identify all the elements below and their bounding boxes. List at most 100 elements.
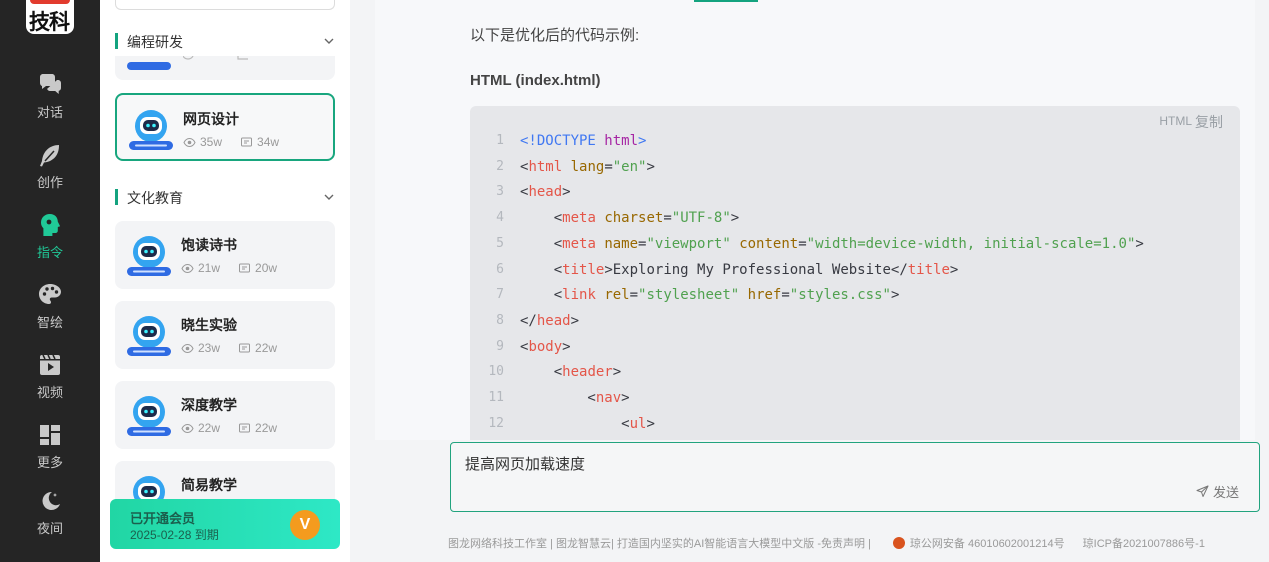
send-icon: [1196, 485, 1209, 497]
assistant-card[interactable]: 饱读诗书 21w 20w: [115, 221, 335, 289]
assistant-name: 饱读诗书: [181, 237, 237, 253]
membership-expiry: 2025-02-28 到期: [130, 528, 219, 542]
code-line: <body>: [520, 338, 571, 355]
rail-label: 更多: [36, 455, 63, 470]
code-block: HTML 复制 1 <!DOCTYPE html> 2 <html lang="en"…: [470, 106, 1240, 440]
assistant-panel: 编程研发 网页设计 35w 34w 文化教育 饱读诗书 21w 20w 晓生实验…: [100, 0, 350, 562]
code-heading: HTML (index.html): [470, 72, 601, 89]
rail-label: 智绘: [36, 315, 63, 330]
code-line: <link rel="stylesheet" href="styles.css"…: [520, 287, 900, 304]
assistant-stats: 23w 22w: [181, 341, 277, 355]
assistant-card-partial[interactable]: [115, 56, 335, 80]
view-count: 22w: [198, 421, 221, 435]
rail-item-draw[interactable]: 智绘: [0, 282, 100, 342]
code-line: <title>Exploring My Professional Website…: [520, 261, 959, 278]
response-intro: 以下是优化后的代码示例:: [470, 27, 640, 44]
message-composer: 发送: [450, 442, 1260, 512]
assistant-name: 简易教学: [181, 477, 237, 493]
rail-label: 视频: [36, 385, 63, 400]
chat-content: 以下是优化后的代码示例: HTML (index.html) HTML 复制 1…: [375, 0, 1255, 440]
category-header-programming[interactable]: 编程研发: [115, 31, 337, 51]
rail-item-night-mode[interactable]: 夜间: [0, 488, 100, 548]
comment-count: 20w: [255, 261, 278, 275]
assistant-stats: 21w 20w: [181, 261, 277, 275]
code-line: <meta name="viewport" content="width=dev…: [520, 235, 1144, 252]
view-count: 35w: [200, 135, 223, 149]
vip-badge-icon: V: [290, 510, 320, 540]
copy-code-button[interactable]: 复制: [1195, 112, 1223, 132]
video-icon: [40, 354, 60, 375]
send-button[interactable]: 发送: [1196, 482, 1239, 501]
police-record-link[interactable]: 琼公网安备 46010602001214号: [910, 535, 1065, 551]
line-number: 7: [496, 287, 504, 303]
assistant-search-input[interactable]: [115, 0, 335, 10]
robot-avatar-icon: [127, 236, 171, 276]
line-number: 3: [496, 184, 504, 200]
comment-count: 22w: [255, 421, 278, 435]
avatar-tag: [127, 62, 171, 70]
comment-icon: [239, 343, 251, 352]
code-line: <nav>: [520, 390, 630, 406]
assistant-stats: 22w 22w: [181, 421, 277, 435]
code-line: <!DOCTYPE html>: [520, 133, 647, 149]
code-line: <meta charset="UTF-8">: [520, 210, 740, 227]
robot-avatar-icon: [127, 396, 171, 436]
view-count: 23w: [198, 341, 221, 355]
assistant-card[interactable]: 晓生实验 23w 22w: [115, 301, 335, 369]
category-marker: [115, 33, 118, 49]
line-number: 2: [496, 158, 504, 174]
eye-icon: [181, 343, 194, 353]
comment-count: 22w: [255, 341, 278, 355]
code-line: </head>: [520, 312, 580, 329]
rail-item-prompts[interactable]: 指令: [0, 212, 100, 272]
category-header-education[interactable]: 文化教育: [115, 187, 337, 207]
app-logo[interactable]: 技科: [26, 0, 74, 34]
comment-icon: [239, 423, 251, 432]
eye-icon: [183, 137, 196, 147]
chevron-down-icon: [324, 194, 334, 200]
membership-title: 已开通会员: [130, 511, 196, 526]
line-number: 11: [488, 390, 504, 405]
site-footer: 图龙网络科技工作室 | 图龙智慧云| 打造国内坚实的AI智能语言大模型中文版 -…: [448, 535, 1205, 551]
message-input[interactable]: [465, 455, 1225, 472]
code-line: <header>: [520, 364, 622, 381]
assistant-name: 深度教学: [181, 397, 237, 413]
feather-icon: [40, 145, 59, 167]
assistant-card[interactable]: 网页设计 35w 34w: [115, 93, 335, 161]
police-badge-icon: [892, 537, 905, 549]
line-number: 9: [496, 338, 504, 354]
line-number: 12: [488, 415, 504, 431]
rail-label: 创作: [36, 175, 63, 190]
rail-item-more[interactable]: 更多: [0, 422, 100, 482]
grid-icon: [40, 425, 60, 445]
left-nav-rail: 技科 对话 创作 指令 智绘 视频 更多 夜间: [0, 0, 100, 562]
comment-icon: [241, 137, 253, 146]
comment-icon: [239, 263, 251, 272]
footer-links[interactable]: 图龙网络科技工作室 | 图龙智慧云| 打造国内坚实的AI智能语言大模型中文版 -…: [448, 535, 871, 551]
rail-item-create[interactable]: 创作: [0, 142, 100, 202]
moon-icon: [42, 491, 60, 510]
send-label: 发送: [1212, 485, 1239, 500]
code-line: <head>: [520, 184, 571, 201]
rail-item-video[interactable]: 视频: [0, 352, 100, 412]
line-number: 4: [496, 210, 504, 226]
card-stats-cut: [183, 56, 248, 60]
category-label: 编程研发: [127, 34, 183, 50]
assistant-name: 晓生实验: [181, 317, 237, 333]
code-language-label: HTML: [1159, 114, 1192, 128]
code-line: <ul>: [520, 415, 655, 432]
chevron-down-icon: [324, 38, 334, 44]
eye-icon: [181, 263, 194, 273]
category-label: 文化教育: [127, 190, 183, 206]
rail-label: 夜间: [36, 521, 63, 536]
rail-item-chat[interactable]: 对话: [0, 72, 100, 132]
line-number: 5: [496, 235, 504, 251]
icp-record-link[interactable]: 琼ICP备2021007886号-1: [1083, 535, 1205, 551]
membership-banner[interactable]: 已开通会员 2025-02-28 到期 V: [110, 499, 340, 549]
rail-label: 对话: [36, 105, 63, 120]
code-line: <html lang="en">: [520, 158, 655, 175]
rail-label: 指令: [36, 245, 63, 260]
eye-icon: [181, 423, 194, 433]
comment-count: 34w: [257, 135, 280, 149]
assistant-card[interactable]: 深度教学 22w 22w: [115, 381, 335, 449]
